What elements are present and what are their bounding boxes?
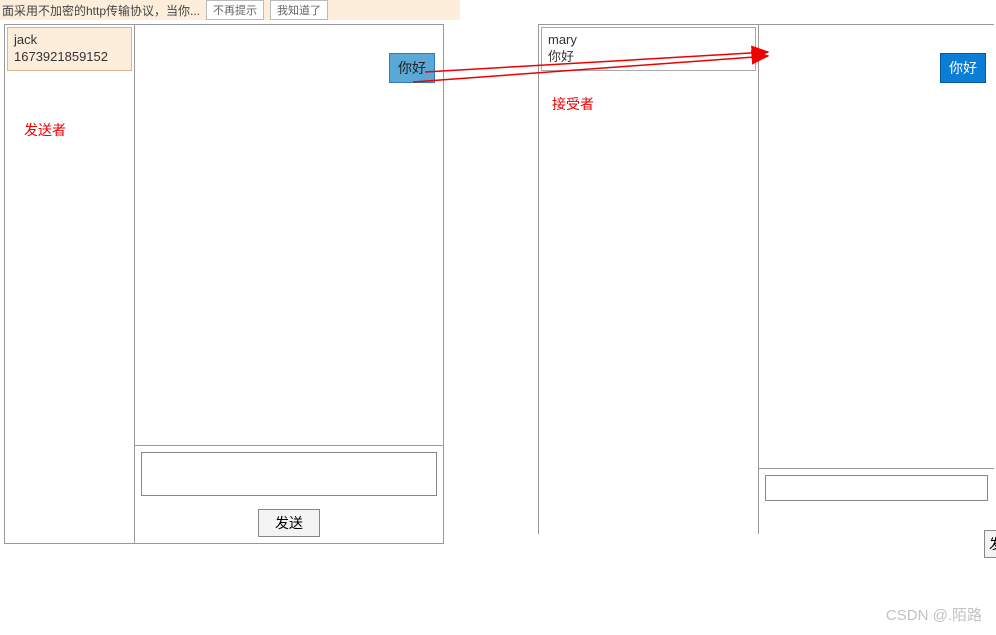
message-input[interactable] [141,452,437,496]
message-bubble-incoming: 你好 [940,53,986,83]
message-bubble-outgoing: 你好 [389,53,435,83]
warning-btn-ack[interactable]: 我知道了 [270,0,328,20]
warning-btn-dismiss[interactable]: 不再提示 [206,0,264,20]
chat-main: 你好 发送 [135,25,443,543]
chat-main: 你好 [759,25,994,534]
annotation-receiver: 接受者 [552,94,594,114]
message-input[interactable] [765,475,988,501]
send-button[interactable]: 发送 [258,509,320,537]
contact-name: mary [548,32,749,49]
annotation-sender: 发送者 [24,120,66,140]
chat-window-receiver: mary 你好 你好 [538,24,994,534]
message-area: 你好 [135,25,443,445]
chat-window-sender: jack 1673921859152 你好 发送 [4,24,444,544]
contact-name: jack [14,32,125,49]
browser-warning-bar: 面采用不加密的http传输协议，当你... 不再提示 我知道了 [0,0,460,20]
contact-item[interactable]: mary 你好 [541,27,756,71]
contact-preview: 你好 [548,49,749,66]
input-row [135,445,443,505]
contact-id: 1673921859152 [14,49,125,66]
contact-sidebar: jack 1673921859152 [5,25,135,543]
contact-item[interactable]: jack 1673921859152 [7,27,132,71]
input-row [759,468,994,534]
message-area: 你好 [759,25,994,468]
send-button-partial[interactable]: 发 [984,530,996,558]
warning-text: 面采用不加密的http传输协议，当你... [2,2,200,19]
watermark: CSDN @.陌路 [886,604,982,625]
send-row: 发送 [135,505,443,543]
